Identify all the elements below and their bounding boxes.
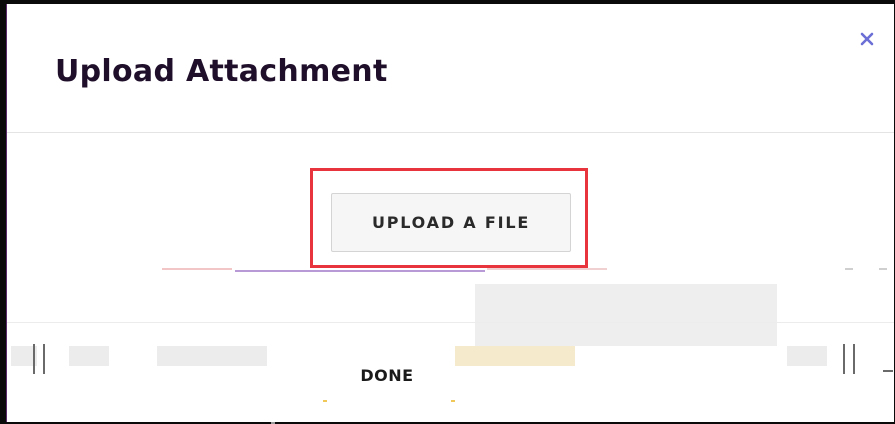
artifact-line: [162, 268, 232, 270]
footer-chip: [787, 346, 827, 366]
close-button[interactable]: [854, 26, 880, 52]
artifact-dot: [879, 268, 887, 270]
upload-file-button[interactable]: UPLOAD A FILE: [331, 193, 571, 252]
modal-title: Upload Attachment: [55, 54, 388, 89]
artifact-dot: [845, 268, 853, 270]
artifact-line: [235, 270, 485, 272]
gray-placeholder-block: [475, 284, 777, 346]
artifact-bar: [843, 344, 845, 374]
footer-chip: [455, 346, 575, 366]
artifact-line: [883, 370, 893, 372]
artifact-bar: [853, 344, 855, 374]
artifact-dot: [451, 400, 455, 402]
done-button[interactable]: DONE: [347, 360, 427, 390]
footer-chip: [157, 346, 267, 366]
artifact-bar: [43, 344, 45, 374]
footer-chip: [69, 346, 109, 366]
artifact-bar: [33, 344, 35, 374]
artifact-line: [487, 268, 607, 270]
artifact-dot: [323, 400, 327, 402]
upload-attachment-modal: Upload Attachment UPLOAD A FILE DONE: [6, 4, 894, 424]
modal-header: Upload Attachment: [7, 4, 894, 133]
close-icon: [860, 32, 874, 46]
footer-divider: [7, 322, 894, 323]
